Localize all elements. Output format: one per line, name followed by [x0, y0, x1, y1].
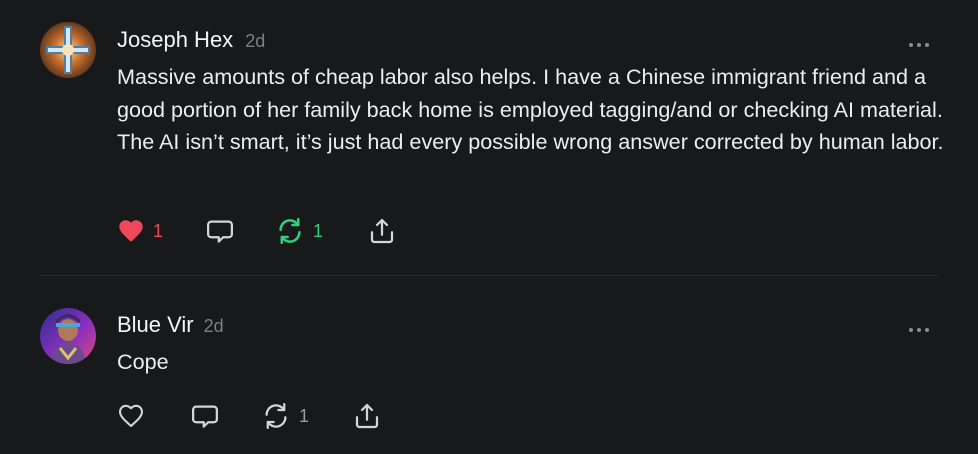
- author-label[interactable]: Joseph Hex: [117, 27, 233, 52]
- action-bar: 1: [117, 400, 397, 432]
- repost-button[interactable]: 1: [261, 400, 309, 432]
- repost-icon: [265, 403, 287, 429]
- comment-text: Massive amounts of cheap labor also help…: [117, 64, 944, 154]
- comment-blue-vir: Blue Vir 2d Cope 1: [0, 276, 978, 454]
- repost-icon: [279, 217, 301, 245]
- more-icon[interactable]: [908, 35, 930, 47]
- comment-icon: [207, 220, 233, 243]
- repost-count: 1: [313, 220, 324, 241]
- repost-button[interactable]: 1: [275, 215, 323, 247]
- timestamp[interactable]: 2d: [245, 31, 265, 51]
- like-button[interactable]: 1: [117, 215, 163, 247]
- share-icon: [370, 218, 394, 244]
- like-count: 1: [153, 220, 164, 241]
- avatar[interactable]: [40, 22, 96, 78]
- timestamp[interactable]: 2d: [204, 316, 224, 336]
- like-button[interactable]: [117, 400, 145, 432]
- comment-text: Cope: [117, 349, 169, 374]
- repost-count: 1: [299, 405, 310, 426]
- author-label[interactable]: Blue Vir: [117, 312, 194, 337]
- author-name[interactable]: Joseph Hex 2d: [117, 27, 265, 53]
- more-icon[interactable]: [908, 320, 930, 332]
- reply-button[interactable]: [190, 400, 220, 432]
- share-button[interactable]: [367, 215, 397, 247]
- share-icon: [355, 403, 379, 429]
- avatar[interactable]: [40, 308, 96, 364]
- share-button[interactable]: [352, 400, 382, 432]
- comment-icon: [192, 405, 218, 428]
- heart-icon: [118, 404, 144, 428]
- heart-icon: [119, 220, 143, 242]
- action-bar: 1 1: [117, 215, 417, 247]
- reply-button[interactable]: [205, 215, 235, 247]
- comment-joseph-hex: Joseph Hex 2d Massive amounts of cheap la…: [0, 0, 978, 276]
- author-name[interactable]: Blue Vir 2d: [117, 312, 224, 338]
